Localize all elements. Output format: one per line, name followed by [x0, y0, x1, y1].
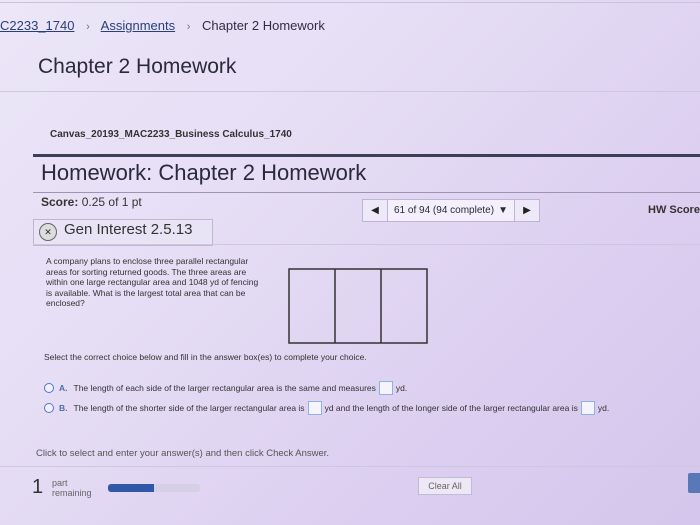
- outer-rectangle: [288, 268, 428, 344]
- choice-b-text-2: yd and the length of the longer side of …: [324, 403, 578, 413]
- chevron-right-icon: ▶: [523, 205, 531, 216]
- title-bar: [33, 154, 700, 157]
- score: Score: 0.25 of 1 pt: [41, 195, 142, 209]
- divider: [33, 244, 700, 245]
- choice-a-text: The length of each side of the larger re…: [73, 383, 376, 393]
- breadcrumb-separator: ›: [186, 21, 191, 33]
- divider: [0, 91, 700, 92]
- choice-b-radio[interactable]: [44, 403, 54, 413]
- parts-remaining-count: 1: [32, 476, 44, 498]
- breadcrumb-assignments-link[interactable]: Assignments: [101, 18, 175, 33]
- next-question-button[interactable]: ▶: [515, 200, 539, 221]
- partial-credit-icon: ✕: [39, 223, 57, 241]
- choice-a-radio[interactable]: [44, 383, 54, 393]
- progress-bar: [108, 484, 200, 492]
- divider: [0, 466, 700, 467]
- score-value: 0.25 of 1 pt: [81, 195, 142, 209]
- rectangle-diagram: [288, 268, 428, 344]
- breadcrumb-separator: ›: [86, 21, 90, 33]
- check-answer-button[interactable]: [688, 473, 700, 493]
- choice-b-text-1: The length of the shorter side of the la…: [73, 403, 305, 413]
- previous-question-button[interactable]: ◀: [363, 200, 387, 221]
- choice-b-unit: yd.: [597, 403, 610, 413]
- hw-score-label: HW Score: [648, 204, 700, 216]
- parts-remaining-label-2: remaining: [52, 488, 92, 498]
- choice-b-answer-box-2[interactable]: [580, 401, 595, 415]
- choice-a[interactable]: A. The length of each side of the larger…: [44, 381, 407, 395]
- question-title: Gen Interest 2.5.13: [64, 221, 193, 238]
- divider: [33, 192, 700, 193]
- breadcrumb-current: Chapter 2 Homework: [202, 18, 325, 33]
- choice-a-label: A.: [59, 383, 68, 393]
- clear-all-button[interactable]: Clear All: [418, 477, 472, 495]
- breadcrumb: C2233_1740 › Assignments › Chapter 2 Hom…: [0, 18, 325, 33]
- course-name: Canvas_20193_MAC2233_Business Calculus_1…: [50, 129, 292, 140]
- score-label: Score:: [41, 195, 79, 209]
- question-selector[interactable]: 61 of 94 (94 complete) ▼: [387, 200, 515, 221]
- hint-text: Click to select and enter your answer(s)…: [36, 448, 330, 459]
- choice-b[interactable]: B. The length of the shorter side of the…: [44, 401, 609, 415]
- chevron-left-icon: ◀: [371, 205, 379, 216]
- top-divider: [0, 2, 700, 3]
- page-title: Chapter 2 Homework: [38, 55, 237, 78]
- instruction-text: Select the correct choice below and fill…: [44, 352, 367, 362]
- question-position: 61 of 94 (94 complete): [394, 205, 495, 216]
- choice-b-label: B.: [59, 403, 68, 413]
- homework-title: Homework: Chapter 2 Homework: [41, 160, 367, 185]
- choice-a-answer-box[interactable]: [378, 381, 393, 395]
- problem-text: A company plans to enclose three paralle…: [46, 256, 259, 308]
- choice-a-unit: yd.: [395, 383, 408, 393]
- parts-remaining-label: part remaining: [52, 478, 92, 498]
- progress-fill: [108, 484, 154, 492]
- parts-remaining-label-1: part: [52, 478, 68, 488]
- question-navigator: ◀ 61 of 94 (94 complete) ▼ ▶: [362, 199, 540, 222]
- chevron-down-icon: ▼: [498, 205, 508, 216]
- choice-b-answer-box-1[interactable]: [307, 401, 322, 415]
- breadcrumb-course-link[interactable]: C2233_1740: [0, 18, 74, 33]
